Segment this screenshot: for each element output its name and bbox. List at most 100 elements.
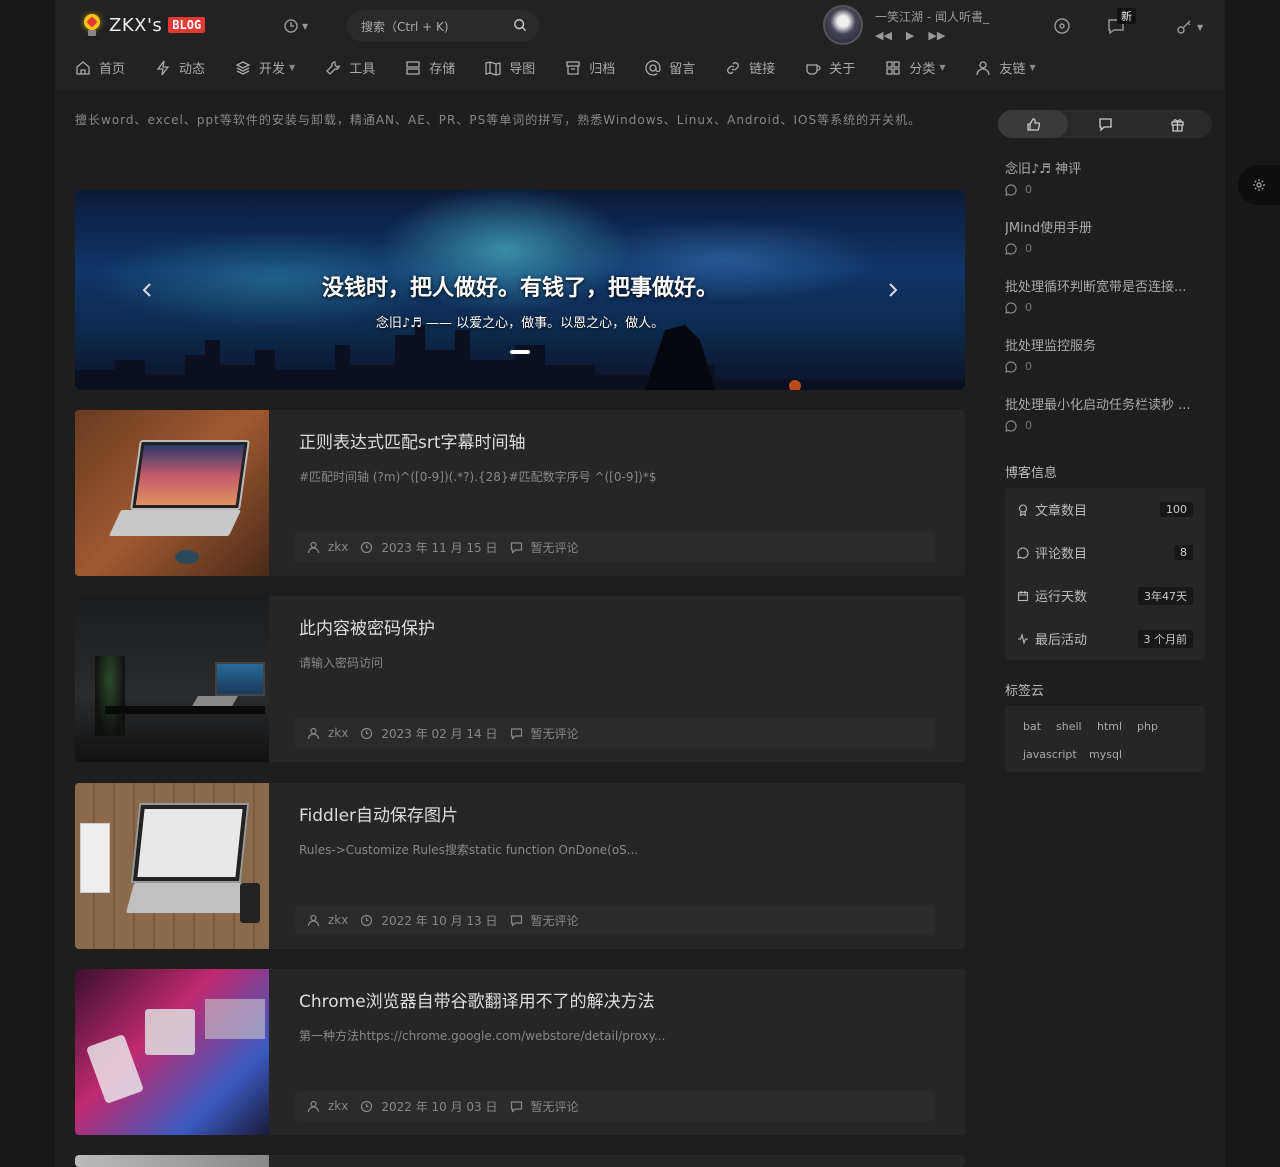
info-row-articles: 文章数目 100 <box>1017 500 1193 519</box>
archive-icon <box>566 60 580 75</box>
post-author[interactable]: zkx <box>328 726 348 740</box>
post-thumbnail[interactable] <box>75 410 269 576</box>
play-icon[interactable]: ▶ <box>906 29 914 42</box>
album-cover[interactable] <box>823 5 863 45</box>
info-label: 最后活动 <box>1035 633 1088 648</box>
nav-dynamic[interactable]: 动态 <box>155 58 205 77</box>
post-comments[interactable]: 暂无评论 <box>531 539 579 556</box>
post-title[interactable]: Fiddler自动保存图片 <box>299 801 458 826</box>
banner-subtitle: 念旧♪♬ —— 以爱之心，做事。以恩之心，做人。 <box>375 316 665 331</box>
comment-icon <box>1005 242 1017 255</box>
settings-button[interactable] <box>1238 165 1280 205</box>
post-title[interactable]: Chrome浏览器自带谷歌翻译用不了的解决方法 <box>299 987 655 1012</box>
search-icon[interactable] <box>513 18 527 32</box>
site-logo[interactable]: ZKX's BLOG <box>81 12 206 38</box>
banner-carousel[interactable]: 没钱时，把人做好。有钱了，把事做好。 念旧♪♬ —— 以爱之心，做事。以恩之心，… <box>75 190 965 390</box>
nav-category[interactable]: 分类 ▼ <box>885 58 945 77</box>
carousel-indicator[interactable] <box>510 350 530 354</box>
blog-info-box: 文章数目 100 评论数目 8 运行天数 3年47天 最后活动 3 个月前 <box>1005 488 1205 660</box>
history-button[interactable]: ▼ <box>283 18 308 34</box>
comment-count: 0 <box>1025 301 1032 314</box>
tab-popular[interactable] <box>998 110 1068 138</box>
post-thumbnail[interactable] <box>75 596 269 762</box>
tag-item[interactable]: shell <box>1056 720 1082 733</box>
tab-comments[interactable] <box>1070 110 1140 138</box>
post-card[interactable]: 正则表达式匹配srt字幕时间轴 #匹配时间轴 (?m)^([0-9])(.*?)… <box>75 410 965 576</box>
server-icon <box>406 60 420 75</box>
comment-title[interactable]: 批处理最小化启动任务栏读秒 ... <box>1005 394 1205 413</box>
chevron-right-icon[interactable] <box>885 282 901 298</box>
comment-title[interactable]: 念旧♪♬ 神评 <box>1005 158 1205 177</box>
nav-links[interactable]: 链接 <box>725 58 775 77</box>
nav-label: 存储 <box>429 62 456 77</box>
nav-archive[interactable]: 归档 <box>565 58 615 77</box>
sidebar-tabs <box>998 110 1212 138</box>
comment-count: 0 <box>1025 183 1032 196</box>
nav-friends[interactable]: 友链 ▼ <box>975 58 1036 77</box>
comment-title[interactable]: 批处理监控服务 <box>1005 335 1205 354</box>
post-thumbnail[interactable] <box>75 783 269 949</box>
info-label: 文章数目 <box>1035 504 1088 519</box>
rewind-icon[interactable]: ◀◀ <box>875 29 892 42</box>
post-excerpt: Rules->Customize Rules搜索static function … <box>299 843 639 857</box>
post-title[interactable]: 此内容被密码保护 <box>299 614 435 639</box>
post-thumbnail[interactable] <box>75 1155 269 1167</box>
chevron-down-icon: ▼ <box>302 21 309 31</box>
post-excerpt: 请输入密码访问 <box>299 656 384 670</box>
nav-develop[interactable]: 开发 ▼ <box>235 58 295 77</box>
nav-guestbook[interactable]: 留言 <box>645 58 695 77</box>
record-icon[interactable] <box>1052 16 1072 36</box>
post-author[interactable]: zkx <box>328 540 348 554</box>
key-icon <box>1177 20 1191 34</box>
recent-comment[interactable]: 批处理监控服务 0 <box>1005 335 1205 373</box>
comment-icon <box>1005 360 1017 373</box>
post-author[interactable]: zkx <box>328 1099 348 1113</box>
at-icon <box>645 59 661 76</box>
post-card[interactable]: Fiddler自动保存图片 Rules->Customize Rules搜索st… <box>75 783 965 949</box>
comment-title[interactable]: JMind使用手册 <box>1005 217 1205 236</box>
search-box[interactable]: 搜索（Ctrl + K) <box>347 10 539 42</box>
nav-label: 关于 <box>829 62 856 77</box>
tag-item[interactable]: javascript <box>1023 748 1077 761</box>
post-comments[interactable]: 暂无评论 <box>531 725 579 742</box>
post-card[interactable]: 此内容被密码保护 请输入密码访问 zkx 2023 年 02 月 14 日 暂无… <box>75 596 965 762</box>
recent-comment[interactable]: 念旧♪♬ 神评 0 <box>1005 158 1205 196</box>
recent-comment[interactable]: 批处理循环判断宽带是否连接... 0 <box>1005 276 1205 314</box>
tag-item[interactable]: mysql <box>1089 748 1122 761</box>
recent-comment[interactable]: 批处理最小化启动任务栏读秒 ... 0 <box>1005 394 1205 432</box>
nav-storage[interactable]: 存储 <box>405 58 455 77</box>
post-thumbnail[interactable] <box>75 969 269 1135</box>
recent-comment[interactable]: JMind使用手册 0 <box>1005 217 1205 255</box>
comment-title[interactable]: 批处理循环判断宽带是否连接... <box>1005 276 1205 295</box>
info-label: 运行天数 <box>1035 590 1088 605</box>
user-icon <box>307 1100 320 1112</box>
post-date: 2023 年 11 月 15 日 <box>381 540 498 555</box>
post-comments[interactable]: 暂无评论 <box>531 1098 579 1115</box>
comment-icon <box>510 727 522 740</box>
post-comments[interactable]: 暂无评论 <box>531 912 579 929</box>
comment-count: 0 <box>1025 242 1032 255</box>
post-title[interactable]: 正则表达式匹配srt字幕时间轴 <box>299 428 526 453</box>
nav-mindmap[interactable]: 导图 <box>485 58 535 77</box>
nav-label: 导图 <box>509 62 536 77</box>
post-meta: zkx 2023 年 11 月 15 日 暂无评论 <box>295 532 935 562</box>
nav-about[interactable]: 关于 <box>805 58 855 77</box>
info-row-comments: 评论数目 8 <box>1017 543 1193 562</box>
tab-gifts[interactable] <box>1142 110 1212 138</box>
comment-icon <box>510 541 522 554</box>
nav-tools[interactable]: 工具 <box>325 58 375 77</box>
fast-forward-icon[interactable]: ▶▶ <box>928 29 945 42</box>
song-title: 一笑江湖 - 闻人听書_ <box>875 10 989 24</box>
post-card[interactable] <box>75 1155 965 1167</box>
chevron-left-icon[interactable] <box>139 282 155 298</box>
post-card[interactable]: Chrome浏览器自带谷歌翻译用不了的解决方法 第一种方法https://chr… <box>75 969 965 1135</box>
tag-item[interactable]: bat <box>1023 720 1041 733</box>
post-author[interactable]: zkx <box>328 913 348 927</box>
key-menu[interactable]: ▼ <box>1176 18 1203 36</box>
clock-icon <box>361 541 373 553</box>
comment-icon <box>510 914 522 927</box>
tag-item[interactable]: php <box>1137 720 1158 733</box>
header: ZKX's BLOG ▼ 搜索（Ctrl + K) 一笑江湖 - 闻人听書_ ◀… <box>55 0 1225 90</box>
tag-item[interactable]: html <box>1097 720 1122 733</box>
nav-home[interactable]: 首页 <box>75 58 125 77</box>
